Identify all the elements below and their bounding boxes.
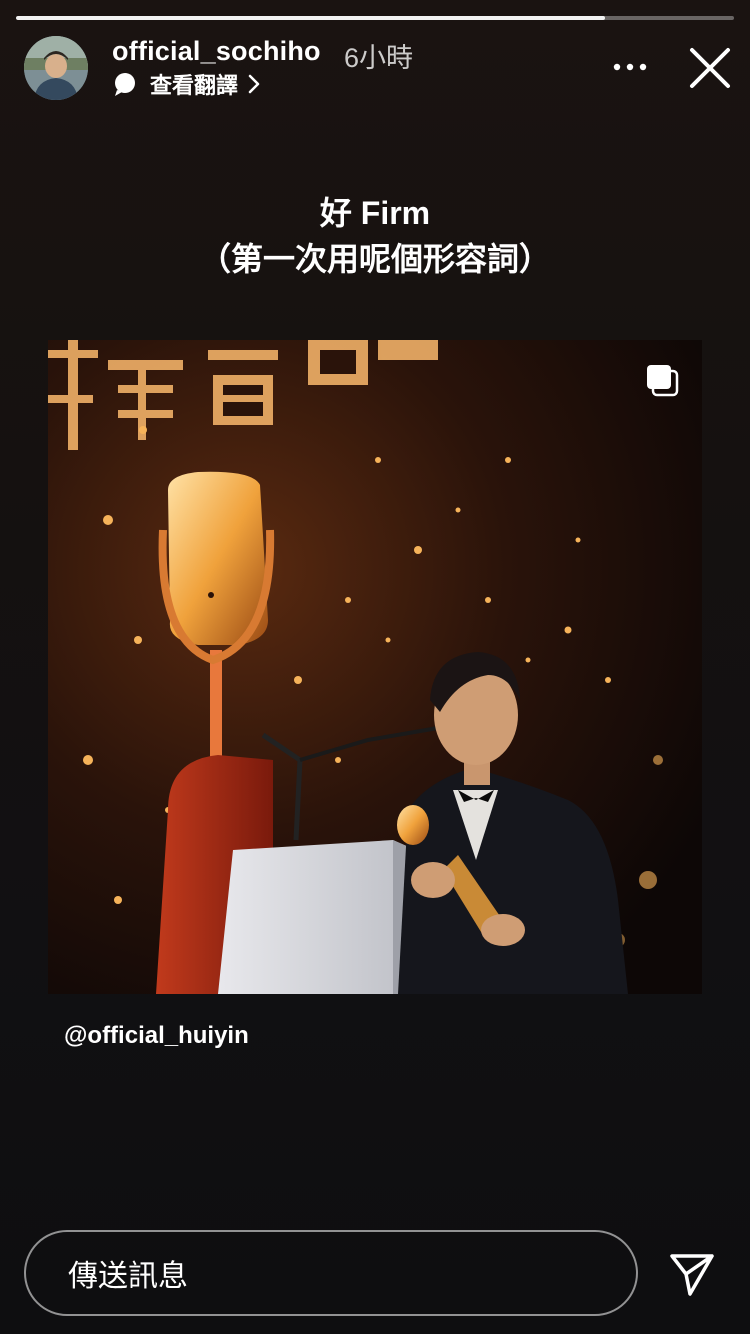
story-progress-fill [16, 16, 605, 20]
send-icon[interactable] [668, 1250, 716, 1298]
close-icon[interactable] [686, 44, 734, 92]
translate-label: 查看翻譯 [150, 73, 239, 98]
shared-post-image[interactable] [48, 340, 702, 994]
story-progress-bar [16, 16, 734, 20]
story-caption: 好 Firm （第一次用呢個形容詞） [0, 190, 750, 282]
carousel-icon [647, 365, 679, 397]
translate-button[interactable]: 查看翻譯 [112, 70, 260, 98]
caption-line-1: 好 Firm [319, 195, 431, 231]
chevron-right-icon [248, 74, 260, 94]
more-horizontal-icon[interactable] [608, 52, 652, 82]
username[interactable]: official_sochiho [112, 36, 321, 67]
caption-line-2: （第一次用呢個形容詞） [198, 241, 551, 277]
mention-link[interactable]: @official_huiyin [64, 1022, 249, 1050]
message-input[interactable]: 傳送訊息 [24, 1230, 638, 1316]
speech-bubble-icon [115, 73, 135, 96]
avatar[interactable] [24, 36, 88, 100]
timestamp: 6小時 [344, 43, 414, 73]
message-input-placeholder: 傳送訊息 [68, 1260, 188, 1293]
